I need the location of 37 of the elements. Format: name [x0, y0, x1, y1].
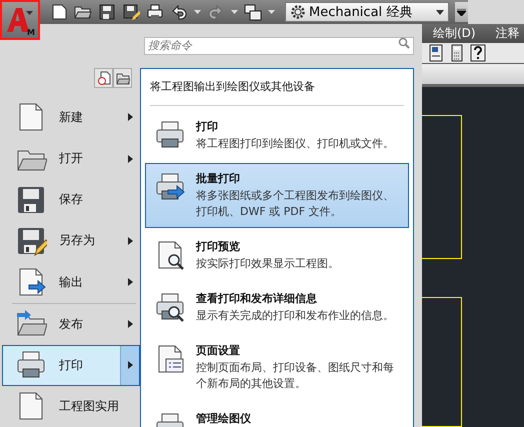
printer-magnifier-icon	[154, 291, 186, 323]
menu-item[interactable]: 发布	[2, 304, 140, 345]
window-switch-icon[interactable]	[244, 3, 262, 21]
submenu-item[interactable]: 打印 将工程图打印到绘图仪、打印机或文件。	[145, 111, 409, 160]
dropdown-icon	[26, 11, 33, 15]
recent-documents-icon[interactable]	[94, 68, 113, 88]
submenu-item[interactable]: 打印预览 按实际打印效果显示工程图。	[145, 231, 409, 280]
menu-item[interactable]: 打印	[2, 344, 140, 386]
dropdown-icon[interactable]	[457, 8, 466, 16]
gear-icon	[290, 4, 306, 20]
dropdown-icon	[436, 10, 444, 14]
submenu-title: 将工程图输出到绘图仪或其他设备	[150, 69, 404, 106]
search-field[interactable]: 搜索命令	[144, 37, 414, 55]
menu-item[interactable]: 工程图实用	[2, 386, 140, 427]
workspace-dropdown[interactable]: Mechanical 经典	[285, 2, 450, 22]
help-icon[interactable]	[470, 44, 486, 62]
undo-icon[interactable]	[170, 3, 188, 21]
save-icon[interactable]	[98, 3, 116, 21]
submenu-item[interactable]: 批量打印 将多张图纸或多个工程图发布到绘图仪、打印机、DWF 或 PDF 文件。	[145, 163, 409, 228]
calculator-icon[interactable]	[450, 44, 464, 62]
application-button[interactable]: M	[0, 0, 40, 40]
menu-bar-item[interactable]: 绘制(D)	[433, 24, 476, 42]
properties-icon[interactable]	[428, 44, 444, 62]
new-file-icon[interactable]	[50, 3, 68, 21]
save-as-icon[interactable]	[122, 3, 140, 21]
menu-bar-item[interactable]: 注释	[496, 24, 520, 42]
menu-item[interactable]: 另存为	[2, 220, 140, 262]
menu-item[interactable]: 打开	[2, 138, 140, 180]
redo-icon[interactable]	[207, 3, 225, 21]
open-documents-icon[interactable]	[113, 68, 132, 88]
search-icon	[398, 37, 410, 49]
menu-item[interactable]: 新建	[2, 96, 140, 138]
submenu-item[interactable]: 管理绘图仪	[145, 403, 409, 427]
menu-item[interactable]: 保存	[2, 179, 140, 220]
submenu-item[interactable]: 页面设置 控制页面布局、打印设备、图纸尺寸和每个新布局的其他设置。	[145, 335, 409, 400]
menu-item[interactable]: 输出	[2, 261, 140, 303]
submenu-item[interactable]: 查看打印和发布详细信息 显示有关完成的打印和发布作业的信息。	[145, 283, 409, 332]
